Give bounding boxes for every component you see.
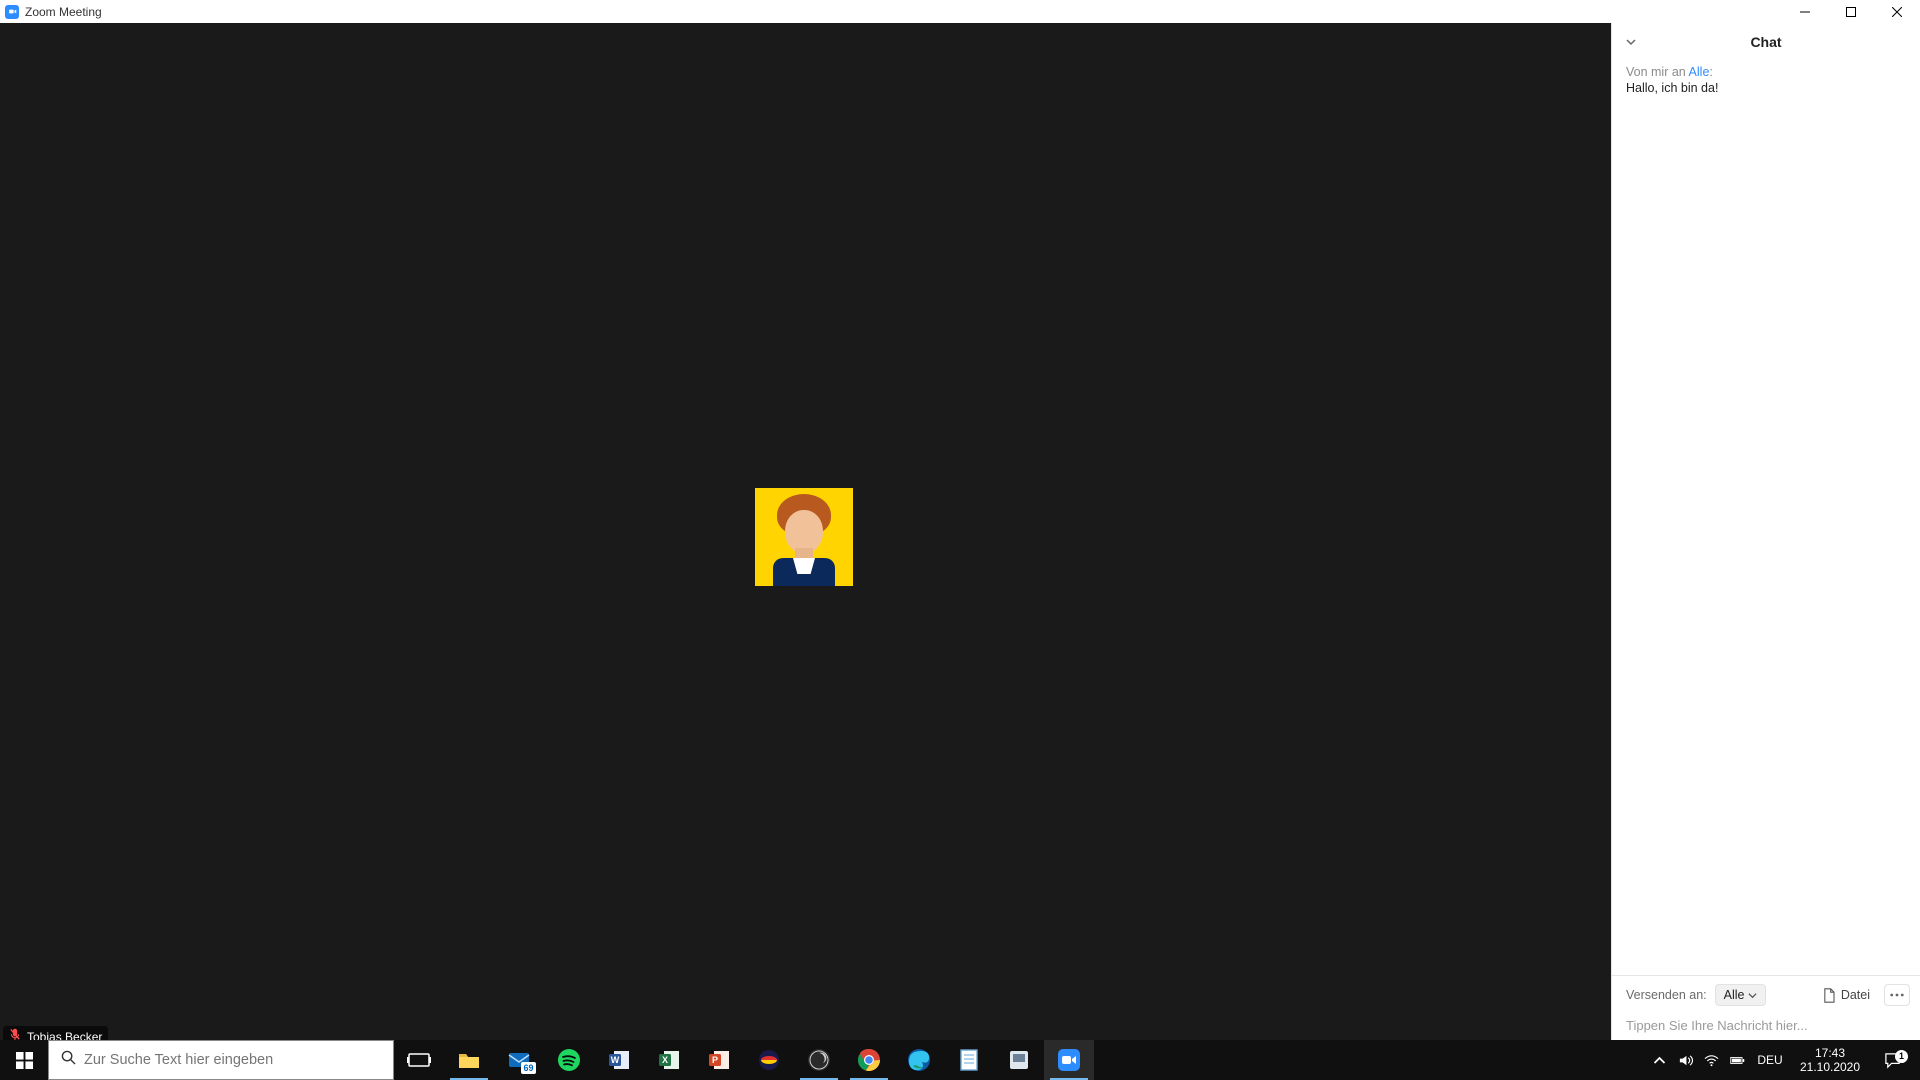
tray-clock[interactable]: 17:43 21.10.2020 (1790, 1046, 1870, 1074)
file-label: Datei (1841, 988, 1870, 1002)
taskbar-app-spotify[interactable] (544, 1040, 594, 1080)
taskbar-app-generic-2[interactable] (994, 1040, 1044, 1080)
action-center-badge: 1 (1895, 1050, 1908, 1063)
ellipsis-icon (1890, 993, 1904, 997)
chat-meta-recipient: Alle (1689, 65, 1710, 79)
window-titlebar: Zoom Meeting (0, 0, 1920, 23)
chat-meta-prefix: Von mir an (1626, 65, 1689, 79)
recipient-selected: Alle (1724, 988, 1745, 1002)
chat-title: Chat (1750, 34, 1781, 50)
chrome-icon (857, 1048, 881, 1072)
chevron-up-icon (1652, 1053, 1667, 1068)
chat-collapse-button[interactable] (1622, 33, 1640, 51)
taskbar-app-generic-1[interactable] (744, 1040, 794, 1080)
task-view-icon (407, 1048, 431, 1072)
taskbar-app-edge[interactable] (894, 1040, 944, 1080)
window-maximize-button[interactable] (1828, 0, 1874, 23)
chat-meta-suffix: : (1709, 65, 1712, 79)
clock-time: 17:43 (1815, 1046, 1845, 1060)
action-center-button[interactable]: 1 (1870, 1052, 1914, 1069)
tray-volume[interactable] (1672, 1040, 1698, 1080)
app-icon (757, 1048, 781, 1072)
word-icon: W (607, 1048, 631, 1072)
taskbar-app-file-explorer[interactable] (444, 1040, 494, 1080)
svg-text:X: X (662, 1055, 668, 1065)
obs-icon (807, 1048, 831, 1072)
excel-icon: X (657, 1048, 681, 1072)
chat-header: Chat (1612, 23, 1920, 61)
taskbar-app-chrome[interactable] (844, 1040, 894, 1080)
window-title: Zoom Meeting (25, 5, 102, 19)
taskbar-app-word[interactable]: W (594, 1040, 644, 1080)
svg-text:P: P (712, 1055, 718, 1065)
zoom-icon (1057, 1048, 1081, 1072)
powerpoint-icon: P (707, 1048, 731, 1072)
battery-icon (1730, 1053, 1745, 1068)
chat-footer: Versenden an: Alle Datei (1612, 975, 1920, 1050)
send-to-label: Versenden an: (1626, 988, 1707, 1002)
tray-wifi[interactable] (1698, 1040, 1724, 1080)
task-view-button[interactable] (394, 1040, 444, 1080)
chevron-down-icon (1748, 991, 1757, 1000)
taskbar-app-obs[interactable] (794, 1040, 844, 1080)
windows-taskbar: 69 W X P (0, 1040, 1920, 1080)
taskbar-app-notepad[interactable] (944, 1040, 994, 1080)
start-button[interactable] (0, 1040, 48, 1080)
attach-file-button[interactable]: Datei (1816, 985, 1876, 1006)
recipient-select[interactable]: Alle (1715, 984, 1767, 1006)
svg-text:W: W (611, 1055, 620, 1065)
edge-icon (907, 1048, 931, 1072)
video-area[interactable]: Tobias Becker (0, 23, 1611, 1050)
windows-logo-icon (16, 1052, 33, 1069)
taskbar-app-mail[interactable]: 69 (494, 1040, 544, 1080)
tray-battery[interactable] (1724, 1040, 1750, 1080)
tray-overflow-button[interactable] (1646, 1040, 1672, 1080)
clock-date: 21.10.2020 (1800, 1060, 1860, 1074)
wifi-icon (1704, 1053, 1719, 1068)
chat-message-text: Hallo, ich bin da! (1626, 81, 1906, 95)
search-icon (61, 1050, 76, 1070)
spotify-icon (557, 1048, 581, 1072)
taskbar-app-zoom[interactable] (1044, 1040, 1094, 1080)
volume-icon (1678, 1053, 1693, 1068)
taskbar-search[interactable] (48, 1040, 394, 1080)
participant-avatar (755, 488, 853, 586)
taskbar-app-powerpoint[interactable]: P (694, 1040, 744, 1080)
chat-more-button[interactable] (1884, 984, 1910, 1006)
tray-language[interactable]: DEU (1750, 1040, 1790, 1080)
notepad-icon (957, 1048, 981, 1072)
file-icon (1822, 988, 1836, 1003)
zoom-app-icon (5, 5, 19, 19)
chat-message-meta: Von mir an Alle: (1626, 65, 1906, 79)
app-icon (1007, 1048, 1031, 1072)
taskbar-app-excel[interactable]: X (644, 1040, 694, 1080)
chat-messages[interactable]: Von mir an Alle: Hallo, ich bin da! (1612, 61, 1920, 975)
chat-panel: Chat Von mir an Alle: Hallo, ich bin da!… (1611, 23, 1920, 1050)
folder-icon (457, 1048, 481, 1072)
window-close-button[interactable] (1874, 0, 1920, 23)
language-label: DEU (1757, 1053, 1782, 1067)
window-minimize-button[interactable] (1782, 0, 1828, 23)
mail-badge: 69 (521, 1062, 536, 1074)
search-input[interactable] (84, 1052, 393, 1068)
